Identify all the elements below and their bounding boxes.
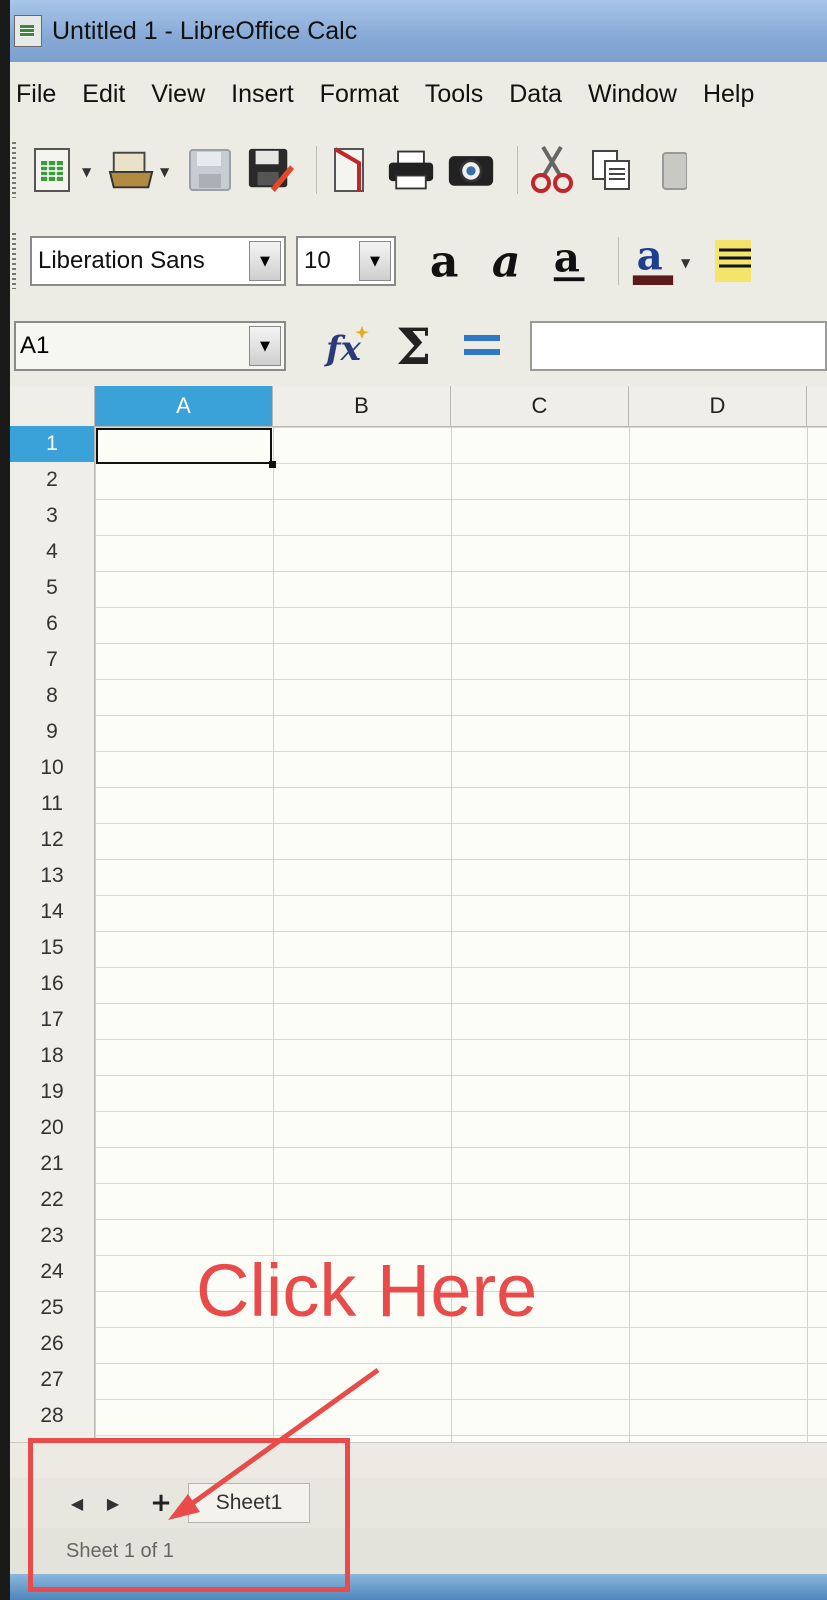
bold-icon[interactable]: a bbox=[428, 237, 476, 285]
row-header-11[interactable]: 11 bbox=[10, 786, 95, 823]
align-icon[interactable] bbox=[707, 237, 755, 285]
print-icon[interactable] bbox=[387, 146, 435, 194]
row-header-9[interactable]: 9 bbox=[10, 714, 95, 751]
formatting-toolbar: Liberation Sans ▼ 10 ▼ a a a a ▼ bbox=[10, 224, 827, 298]
window-title: Untitled 1 - LibreOffice Calc bbox=[52, 16, 358, 45]
menu-tools[interactable]: Tools bbox=[425, 80, 483, 109]
font-size-dropdown-icon[interactable]: ▼ bbox=[359, 241, 391, 281]
print-preview-icon[interactable] bbox=[447, 146, 495, 194]
menu-file[interactable]: File bbox=[16, 80, 56, 109]
row-header-27[interactable]: 27 bbox=[10, 1362, 95, 1399]
row-header-15[interactable]: 15 bbox=[10, 930, 95, 967]
cut-icon[interactable] bbox=[528, 145, 576, 194]
row-header-16[interactable]: 16 bbox=[10, 966, 95, 1003]
column-header-d[interactable]: D bbox=[629, 386, 807, 426]
menu-bar: File Edit View Insert Format Tools Data … bbox=[10, 70, 827, 118]
row-header-22[interactable]: 22 bbox=[10, 1182, 95, 1219]
font-size-combo[interactable]: 10 ▼ bbox=[296, 236, 396, 286]
calc-window: Untitled 1 - LibreOffice Calc File Edit … bbox=[10, 0, 827, 1600]
menu-insert[interactable]: Insert bbox=[231, 80, 294, 109]
menu-edit[interactable]: Edit bbox=[82, 80, 125, 109]
calc-app-icon bbox=[14, 15, 42, 47]
font-name-value[interactable]: Liberation Sans bbox=[32, 247, 249, 275]
name-box[interactable]: A1 ▼ bbox=[14, 321, 286, 371]
row-header-12[interactable]: 12 bbox=[10, 822, 95, 859]
underline-icon[interactable]: a bbox=[548, 236, 596, 285]
menu-format[interactable]: Format bbox=[320, 80, 399, 109]
cell-cursor-a1[interactable] bbox=[96, 428, 276, 468]
row-header-24[interactable]: 24 bbox=[10, 1254, 95, 1291]
toolbar-separator bbox=[618, 237, 619, 285]
row-header-20[interactable]: 20 bbox=[10, 1110, 95, 1147]
new-spreadsheet-icon[interactable] bbox=[30, 146, 78, 194]
name-box-dropdown-icon[interactable]: ▼ bbox=[249, 326, 281, 366]
row-header-25[interactable]: 25 bbox=[10, 1290, 95, 1327]
sum-icon[interactable]: Σ bbox=[388, 321, 444, 371]
menu-help[interactable]: Help bbox=[703, 80, 754, 109]
toolbar-grip[interactable] bbox=[12, 142, 16, 198]
row-header-19[interactable]: 19 bbox=[10, 1074, 95, 1111]
standard-toolbar: ▼ ▼ bbox=[10, 136, 827, 204]
formula-input[interactable] bbox=[530, 321, 827, 371]
copy-icon[interactable] bbox=[588, 146, 636, 194]
row-header-2[interactable]: 2 bbox=[10, 462, 95, 499]
italic-icon[interactable]: a bbox=[488, 237, 536, 285]
paste-icon[interactable] bbox=[648, 146, 696, 194]
svg-text:a: a bbox=[637, 234, 663, 280]
row-header-1[interactable]: 1 bbox=[10, 426, 95, 463]
font-color-dropdown-icon[interactable]: ▼ bbox=[681, 256, 691, 270]
row-header-6[interactable]: 6 bbox=[10, 606, 95, 643]
menu-window[interactable]: Window bbox=[588, 80, 677, 109]
menu-data[interactable]: Data bbox=[509, 80, 562, 109]
row-header-10[interactable]: 10 bbox=[10, 750, 95, 787]
formula-bar: A1 ▼ fx Σ bbox=[10, 316, 827, 376]
open-dropdown-icon[interactable]: ▼ bbox=[160, 165, 170, 179]
toolbar-separator bbox=[517, 146, 518, 194]
row-header-28[interactable]: 28 bbox=[10, 1398, 95, 1435]
new-dropdown-icon[interactable]: ▼ bbox=[82, 165, 92, 179]
font-size-value[interactable]: 10 bbox=[298, 247, 359, 275]
row-header-23[interactable]: 23 bbox=[10, 1218, 95, 1255]
toolbar-separator bbox=[316, 146, 317, 194]
svg-text:a: a bbox=[430, 239, 459, 283]
row-header-3[interactable]: 3 bbox=[10, 498, 95, 535]
svg-text:Σ: Σ bbox=[396, 322, 431, 370]
save-as-icon[interactable] bbox=[246, 146, 294, 194]
column-header-row: A B C D bbox=[10, 386, 827, 427]
column-header-c[interactable]: C bbox=[451, 386, 629, 426]
svg-text:fx: fx bbox=[324, 329, 362, 369]
row-header-18[interactable]: 18 bbox=[10, 1038, 95, 1075]
title-bar: Untitled 1 - LibreOffice Calc bbox=[10, 0, 827, 62]
annotation-text: Click Here bbox=[196, 1249, 538, 1332]
column-header-e[interactable] bbox=[807, 386, 827, 426]
svg-text:a: a bbox=[492, 239, 521, 283]
row-header-14[interactable]: 14 bbox=[10, 894, 95, 931]
formula-equals-icon[interactable] bbox=[454, 321, 510, 371]
row-header-21[interactable]: 21 bbox=[10, 1146, 95, 1183]
row-header-13[interactable]: 13 bbox=[10, 858, 95, 895]
name-box-value[interactable]: A1 bbox=[16, 332, 249, 360]
row-header-17[interactable]: 17 bbox=[10, 1002, 95, 1039]
export-pdf-icon[interactable] bbox=[327, 146, 375, 194]
row-header-26[interactable]: 26 bbox=[10, 1326, 95, 1363]
annotation-highlight-box bbox=[28, 1438, 350, 1592]
font-name-combo[interactable]: Liberation Sans ▼ bbox=[30, 236, 286, 286]
menu-view[interactable]: View bbox=[151, 80, 205, 109]
open-folder-icon[interactable] bbox=[108, 146, 156, 194]
svg-text:a: a bbox=[554, 236, 580, 282]
save-icon[interactable] bbox=[186, 146, 234, 194]
column-header-a[interactable]: A bbox=[95, 386, 273, 426]
font-color-icon[interactable]: a bbox=[629, 234, 677, 285]
font-name-dropdown-icon[interactable]: ▼ bbox=[249, 241, 281, 281]
select-all-corner[interactable] bbox=[10, 386, 95, 426]
row-header-5[interactable]: 5 bbox=[10, 570, 95, 607]
column-header-b[interactable]: B bbox=[273, 386, 451, 426]
function-wizard-icon[interactable]: fx bbox=[322, 321, 378, 371]
row-header-4[interactable]: 4 bbox=[10, 534, 95, 571]
toolbar-grip[interactable] bbox=[12, 233, 16, 289]
row-header-7[interactable]: 7 bbox=[10, 642, 95, 679]
row-header-8[interactable]: 8 bbox=[10, 678, 95, 715]
